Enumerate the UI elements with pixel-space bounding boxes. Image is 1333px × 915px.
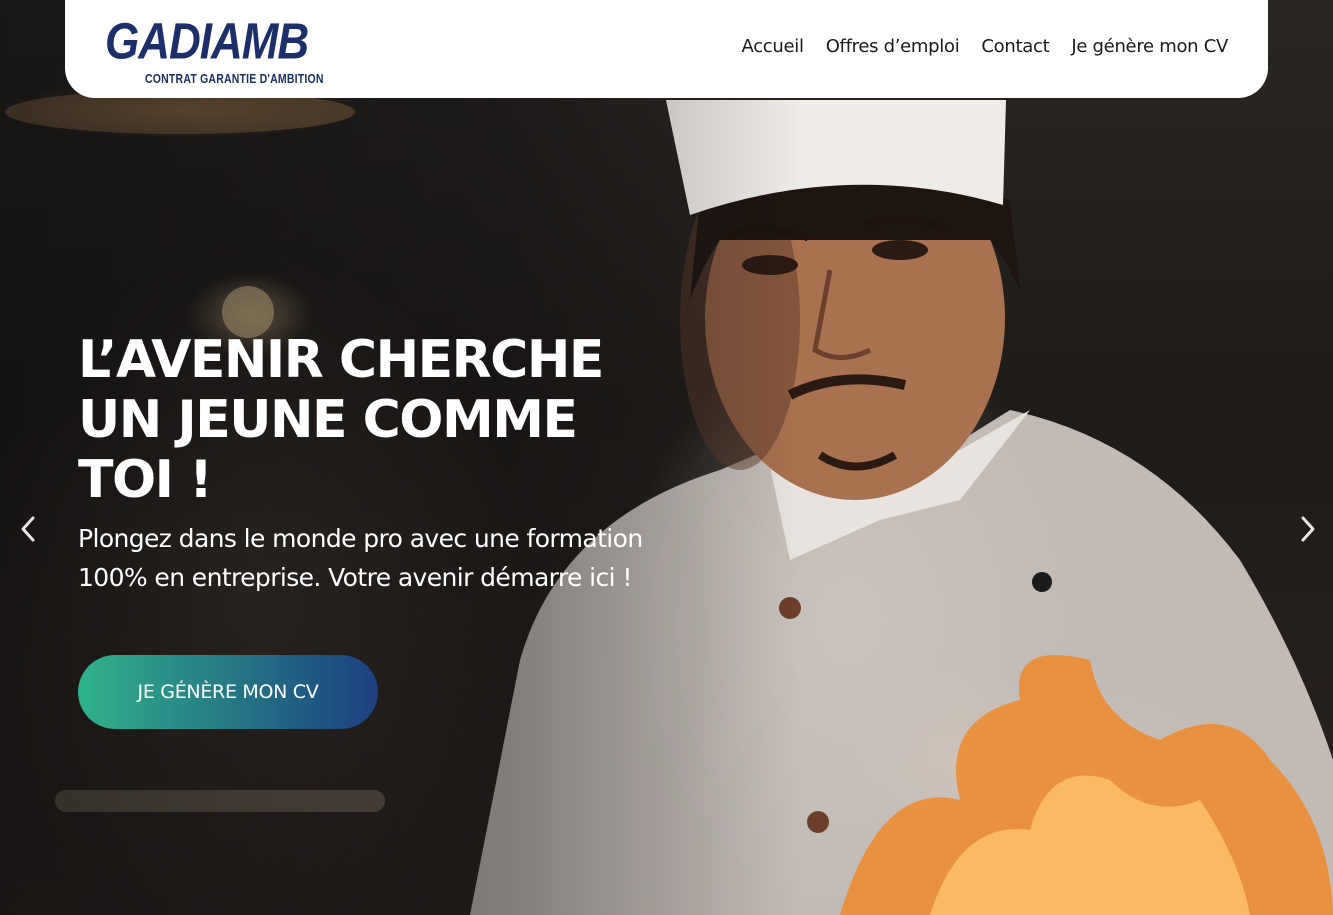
slider-prev-button[interactable] — [14, 514, 44, 544]
brand-name: GADIAMB — [105, 13, 309, 71]
slider-next-button[interactable] — [1292, 514, 1322, 544]
hero-headline: L’AVENIR CHERCHE UN JEUNE COMME TOI ! — [78, 330, 604, 510]
nav-item-generate-cv[interactable]: Je génère mon CV — [1071, 36, 1228, 57]
generate-cv-button[interactable]: JE GÉNÈRE MON CV — [78, 655, 378, 729]
brand-tagline: CONTRAT GARANTIE D'AMBITION — [145, 72, 324, 87]
hero-slider: L’AVENIR CHERCHE UN JEUNE COMME TOI ! Pl… — [0, 0, 1333, 915]
nav-item-contact[interactable]: Contact — [981, 36, 1049, 57]
nav-item-accueil[interactable]: Accueil — [742, 36, 804, 57]
chevron-right-icon — [1301, 516, 1315, 542]
chevron-left-icon — [21, 516, 35, 542]
hero-subtext: Plongez dans le monde pro avec une forma… — [78, 524, 643, 592]
brand-logo[interactable]: GADIAMB CONTRAT GARANTIE D'AMBITION — [105, 8, 323, 92]
main-nav: Accueil Offres d’emploi Contact Je génèr… — [742, 36, 1229, 57]
nav-item-offres-emploi[interactable]: Offres d’emploi — [826, 36, 960, 57]
site-header: GADIAMB CONTRAT GARANTIE D'AMBITION Accu… — [65, 0, 1268, 98]
